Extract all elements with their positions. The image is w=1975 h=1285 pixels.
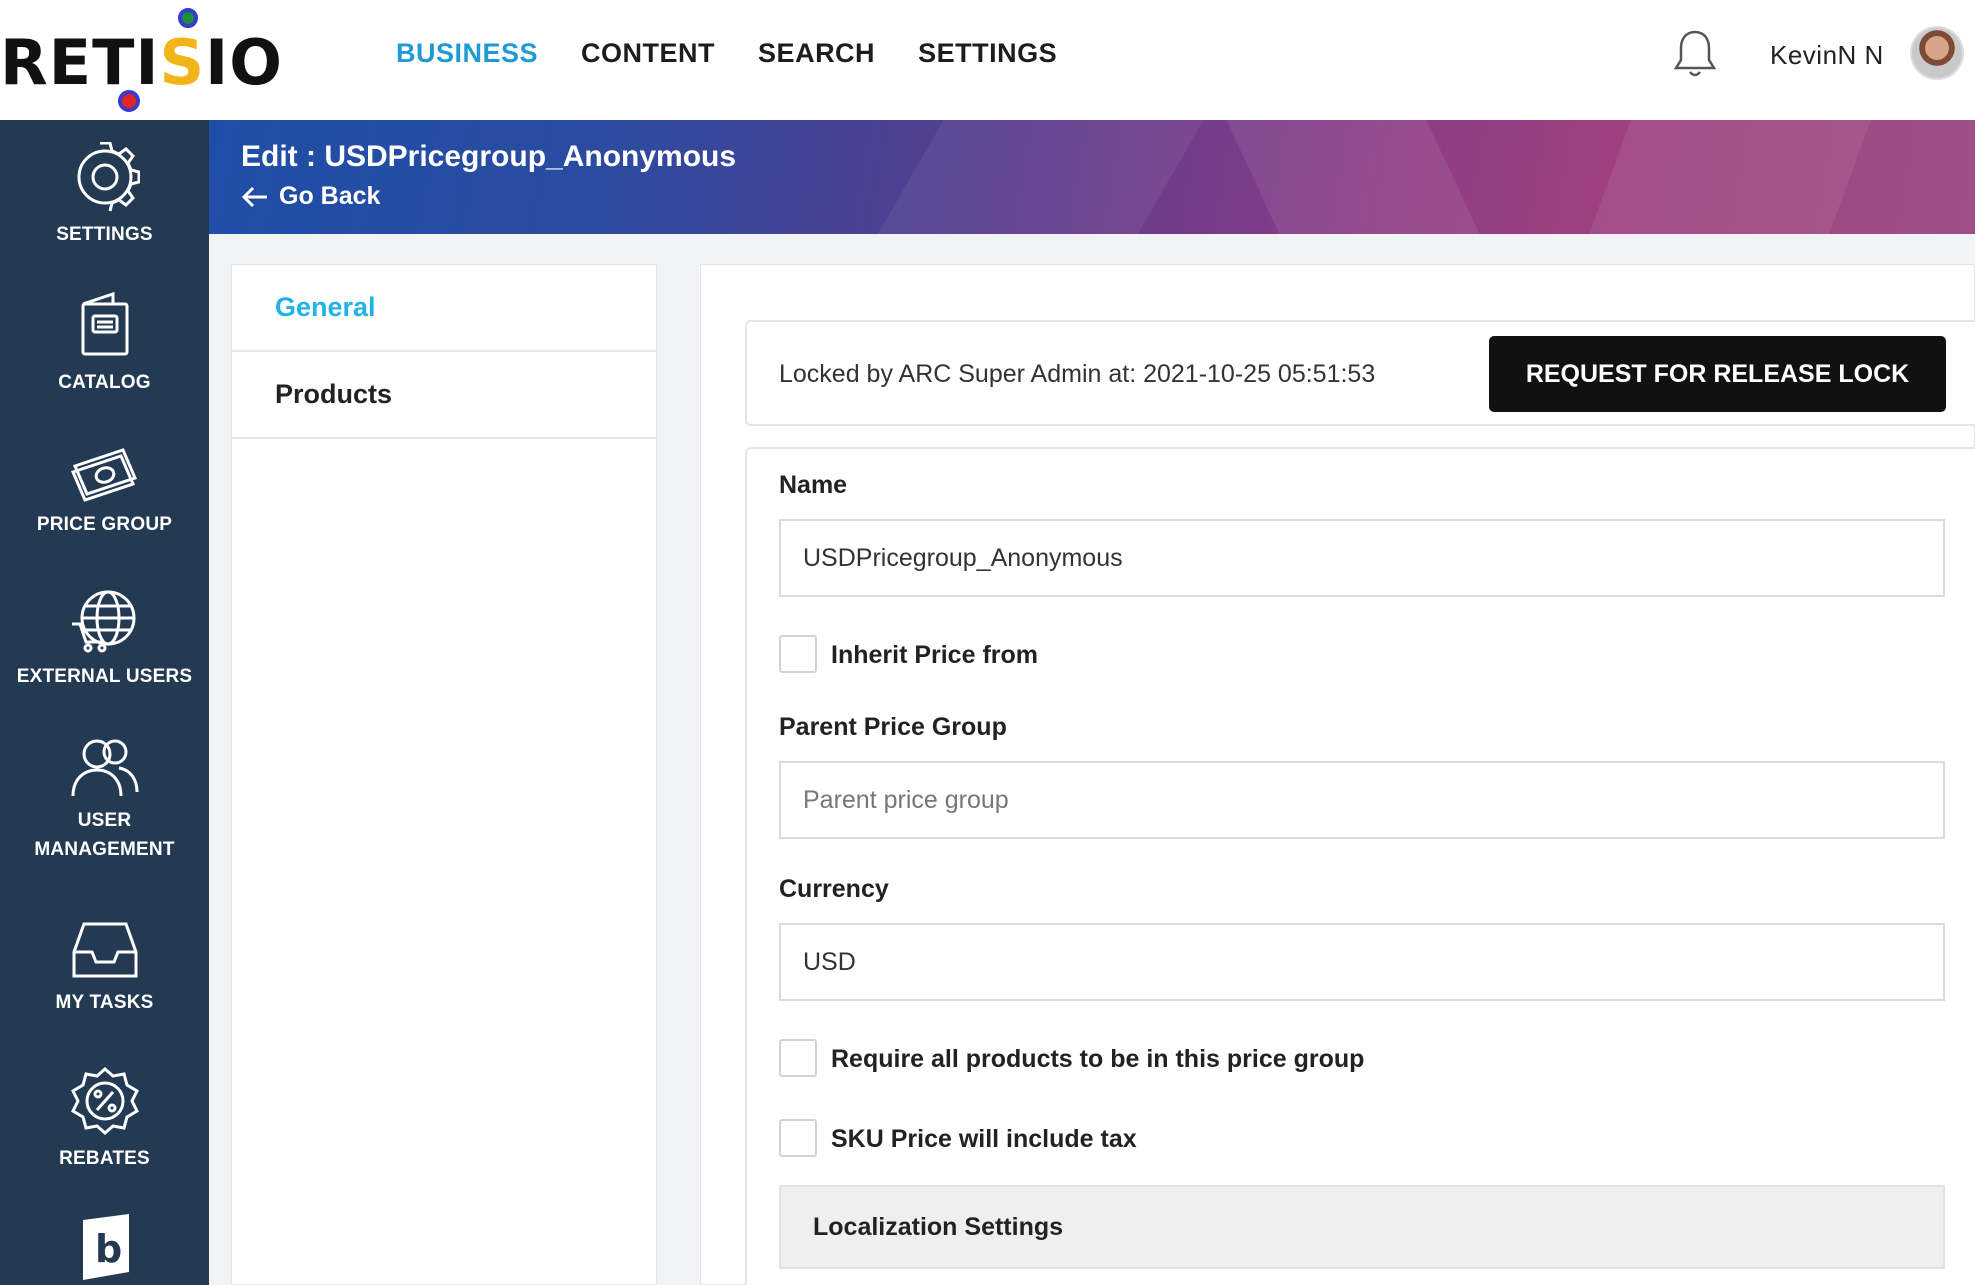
- sidebar-label: CATALOG: [58, 372, 151, 393]
- sidebar-label: PRICE GROUP: [36, 514, 173, 535]
- tab-products[interactable]: Products: [232, 352, 656, 439]
- localization-settings-section[interactable]: Localization Settings: [779, 1185, 1945, 1269]
- sidebar-label-line1: USER: [77, 810, 132, 831]
- inherit-price-label: Inherit Price from: [831, 641, 1038, 669]
- lock-card: Locked by ARC Super Admin at: 2021-10-25…: [745, 320, 1975, 426]
- sidebar-item-user-management[interactable]: USER MANAGEMENT: [0, 734, 209, 864]
- inherit-price-checkbox[interactable]: [779, 635, 817, 673]
- nav-settings[interactable]: SETTINGS: [918, 38, 1057, 69]
- sku-price-tax-label: SKU Price will include tax: [831, 1125, 1137, 1153]
- parent-price-group-label: Parent Price Group: [779, 713, 1007, 741]
- b-logo-icon: b: [82, 1214, 129, 1280]
- svg-text:b: b: [95, 1227, 122, 1271]
- require-all-products-checkbox[interactable]: [779, 1039, 817, 1077]
- inbox-icon: [72, 922, 137, 978]
- tab-general[interactable]: General: [232, 265, 656, 352]
- sku-price-tax-checkbox[interactable]: [779, 1119, 817, 1157]
- sidebar: SETTINGS CATALOG PRICE GROUP EXTERNAL US…: [0, 120, 209, 1285]
- page-header-banner: Edit : USDPricegroup_Anonymous Go Back: [209, 120, 1975, 234]
- name-label: Name: [779, 471, 848, 499]
- globe-cart-icon: [71, 590, 135, 653]
- parent-price-group-input[interactable]: [779, 761, 1945, 839]
- nav-search[interactable]: SEARCH: [758, 38, 875, 69]
- logo-dot-green: [178, 8, 198, 28]
- catalog-icon: [81, 291, 128, 356]
- percent-badge-icon: [70, 1067, 139, 1135]
- sidebar-item-b[interactable]: b: [0, 1212, 209, 1282]
- logo-text: RETISIO: [0, 26, 283, 99]
- name-input[interactable]: [779, 519, 1945, 597]
- users-icon: [71, 739, 138, 797]
- user-name[interactable]: KevinN N: [1770, 40, 1884, 71]
- section-nav: General Products: [231, 264, 657, 1285]
- sidebar-label: SETTINGS: [56, 224, 153, 245]
- sidebar-item-catalog[interactable]: CATALOG: [0, 290, 209, 397]
- sidebar-item-rebates[interactable]: REBATES: [0, 1066, 209, 1173]
- money-icon: [70, 448, 137, 502]
- sidebar-item-price-group[interactable]: PRICE GROUP: [0, 442, 209, 539]
- currency-input[interactable]: [779, 923, 1945, 1001]
- sidebar-label-line2: MANAGEMENT: [34, 839, 175, 860]
- currency-label: Currency: [779, 875, 889, 903]
- request-release-lock-button[interactable]: REQUEST FOR RELEASE LOCK: [1489, 336, 1946, 412]
- sidebar-item-settings[interactable]: SETTINGS: [0, 142, 209, 249]
- arrow-left-icon: [241, 186, 267, 207]
- sidebar-item-external-users[interactable]: EXTERNAL USERS: [0, 588, 209, 691]
- main-content: Locked by ARC Super Admin at: 2021-10-25…: [700, 264, 1975, 1285]
- localization-settings-label: Localization Settings: [813, 1212, 1064, 1241]
- go-back-link[interactable]: Go Back: [241, 182, 380, 211]
- sidebar-label: EXTERNAL USERS: [16, 666, 193, 687]
- go-back-label: Go Back: [279, 182, 381, 210]
- sidebar-label: MY TASKS: [55, 992, 154, 1013]
- gear-icon: [77, 142, 140, 212]
- bell-icon[interactable]: [1672, 28, 1718, 80]
- main-nav: BUSINESS CONTENT SEARCH SETTINGS: [396, 38, 1100, 69]
- retisio-logo[interactable]: RETISIO: [0, 8, 282, 118]
- sidebar-item-my-tasks[interactable]: MY TASKS: [0, 920, 209, 1017]
- user-avatar[interactable]: [1910, 26, 1964, 80]
- lock-status-text: Locked by ARC Super Admin at: 2021-10-25…: [779, 360, 1376, 388]
- nav-business[interactable]: BUSINESS: [396, 38, 538, 69]
- page-title: Edit : USDPricegroup_Anonymous: [241, 140, 737, 173]
- logo-dot-red: [118, 90, 140, 112]
- price-group-form: Name Inherit Price from Parent Price Gro…: [745, 447, 1975, 1285]
- sidebar-label: REBATES: [59, 1148, 150, 1169]
- require-all-products-label: Require all products to be in this price…: [831, 1045, 1365, 1073]
- top-bar: RETISIO BUSINESS CONTENT SEARCH SETTINGS…: [0, 0, 1975, 120]
- nav-content[interactable]: CONTENT: [581, 38, 715, 69]
